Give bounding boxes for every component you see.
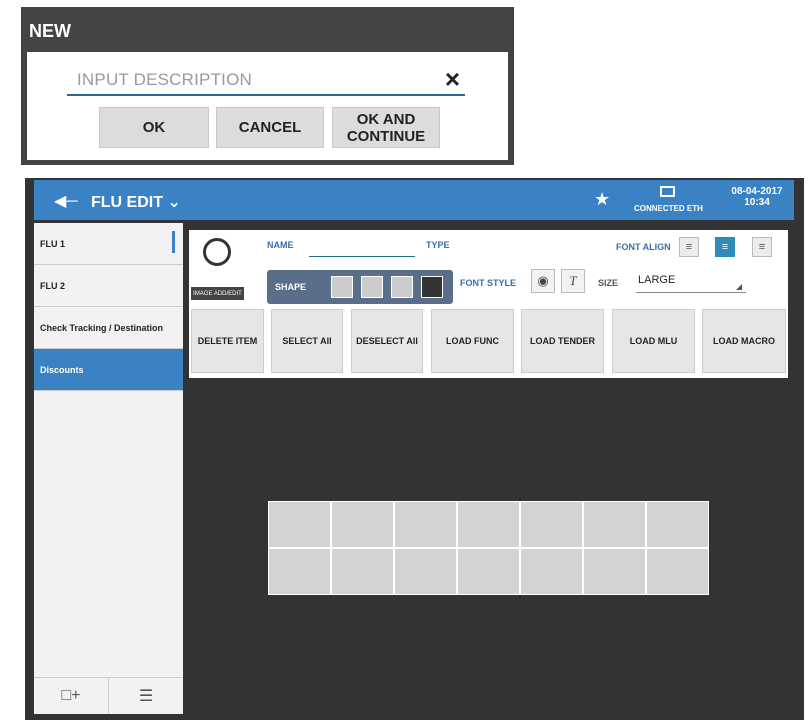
name-label: NAME [267, 240, 294, 250]
type-label: TYPE [426, 240, 450, 250]
clear-icon[interactable]: × [445, 64, 460, 95]
sidebar-item-flu1[interactable]: FLU 1 [34, 223, 183, 265]
load-mlu-button[interactable]: LOAD MLU [612, 309, 695, 373]
font-align-label: FONT ALIGN [616, 242, 671, 252]
flu-edit-window: ◀─ FLU EDIT ⌄ ★ CONNECTED ETH 08-04-2017… [25, 178, 804, 720]
name-input[interactable] [309, 244, 415, 257]
top-bar: ◀─ FLU EDIT ⌄ ★ CONNECTED ETH 08-04-2017… [34, 180, 794, 220]
back-arrow-icon[interactable]: ◀─ [54, 191, 78, 211]
description-placeholder: INPUT DESCRIPTION [77, 70, 252, 89]
grid-key[interactable] [584, 502, 645, 547]
sidebar-item-label: FLU 2 [40, 280, 66, 291]
grid-key[interactable] [269, 549, 330, 594]
palette-icon[interactable]: ◉ [531, 269, 555, 293]
ok-button[interactable]: OK [99, 107, 209, 148]
grid-key[interactable] [458, 502, 519, 547]
sidebar: FLU 1 FLU 2 Check Tracking / Destination… [34, 223, 183, 714]
time-text: 10:34 [744, 197, 770, 208]
shape-full-icon[interactable] [421, 276, 443, 298]
add-page-icon[interactable]: □+ [34, 678, 109, 714]
font-style-label: FONT STYLE [460, 278, 516, 288]
grid-key[interactable] [647, 549, 708, 594]
grid-key[interactable] [332, 549, 393, 594]
no-image-icon [203, 238, 231, 266]
image-add-edit-button[interactable]: IMAGE ADD/EDIT [191, 238, 244, 300]
image-add-edit-label: IMAGE ADD/EDIT [191, 287, 244, 300]
ok-and-continue-line1: OK AND [356, 110, 416, 128]
load-func-button[interactable]: LOAD FUNC [431, 309, 514, 373]
grid-key[interactable] [584, 549, 645, 594]
date-text: 08-04-2017 [731, 186, 783, 197]
key-grid [268, 501, 709, 595]
font-style-icon[interactable]: T [561, 269, 585, 293]
load-macro-button[interactable]: LOAD MACRO [702, 309, 786, 373]
star-icon[interactable]: ★ [594, 189, 610, 210]
delete-item-button[interactable]: DELETE ITEM [191, 309, 264, 373]
sidebar-item-label: Check Tracking / Destination [40, 322, 164, 333]
size-dropdown[interactable]: LARGE [636, 274, 746, 293]
shape-split-icon[interactable] [361, 276, 383, 298]
page-title[interactable]: FLU EDIT ⌄ [91, 192, 181, 212]
grid-key[interactable] [332, 502, 393, 547]
dialog-body: INPUT DESCRIPTION × OK CANCEL OK AND CON… [27, 52, 508, 160]
cancel-button[interactable]: CANCEL [216, 107, 324, 148]
grid-key[interactable] [647, 502, 708, 547]
align-center-icon[interactable]: ≡ [715, 237, 735, 257]
ok-and-continue-line2: CONTINUE [346, 127, 426, 145]
editor-panel: IMAGE ADD/EDIT NAME TYPE FONT ALIGN ≡ ≡ … [189, 230, 788, 378]
grid-key[interactable] [395, 549, 456, 594]
sidebar-item-check-tracking[interactable]: Check Tracking / Destination [34, 307, 183, 349]
grid-key[interactable] [395, 502, 456, 547]
sidebar-item-flu2[interactable]: FLU 2 [34, 265, 183, 307]
sidebar-item-discounts[interactable]: Discounts [34, 349, 183, 391]
scroll-indicator [172, 231, 175, 253]
shape-wide-icon[interactable] [391, 276, 413, 298]
grid-key[interactable] [458, 549, 519, 594]
grid-key[interactable] [521, 502, 582, 547]
sidebar-item-label: Discounts [40, 364, 84, 375]
deselect-all-button[interactable]: DESELECT All [351, 309, 423, 373]
datetime: 08-04-2017 10:34 [728, 186, 786, 208]
sidebar-item-label: FLU 1 [40, 238, 66, 249]
dialog-title: NEW [29, 21, 71, 41]
size-value: LARGE [638, 274, 676, 286]
description-input[interactable]: INPUT DESCRIPTION × [67, 62, 465, 96]
load-tender-button[interactable]: LOAD TENDER [521, 309, 604, 373]
dropdown-arrow-icon [736, 284, 742, 290]
size-label: SIZE [598, 278, 619, 288]
new-dialog: NEW INPUT DESCRIPTION × OK CANCEL OK AND… [21, 7, 514, 165]
ok-and-continue-button[interactable]: OK AND CONTINUE [332, 107, 440, 148]
align-left-icon[interactable]: ≡ [679, 237, 699, 257]
shape-label: SHAPE [275, 282, 307, 292]
sidebar-footer: □+ ☰ [34, 677, 183, 714]
shape-quad-icon[interactable] [331, 276, 353, 298]
select-all-button[interactable]: SELECT All [271, 309, 343, 373]
shape-selector: SHAPE [267, 270, 453, 304]
connection-status: CONNECTED ETH [634, 204, 703, 213]
list-icon[interactable]: ☰ [109, 678, 183, 714]
grid-key[interactable] [521, 549, 582, 594]
align-right-icon[interactable]: ≡ [752, 237, 772, 257]
computer-icon [660, 186, 675, 197]
grid-key[interactable] [269, 502, 330, 547]
